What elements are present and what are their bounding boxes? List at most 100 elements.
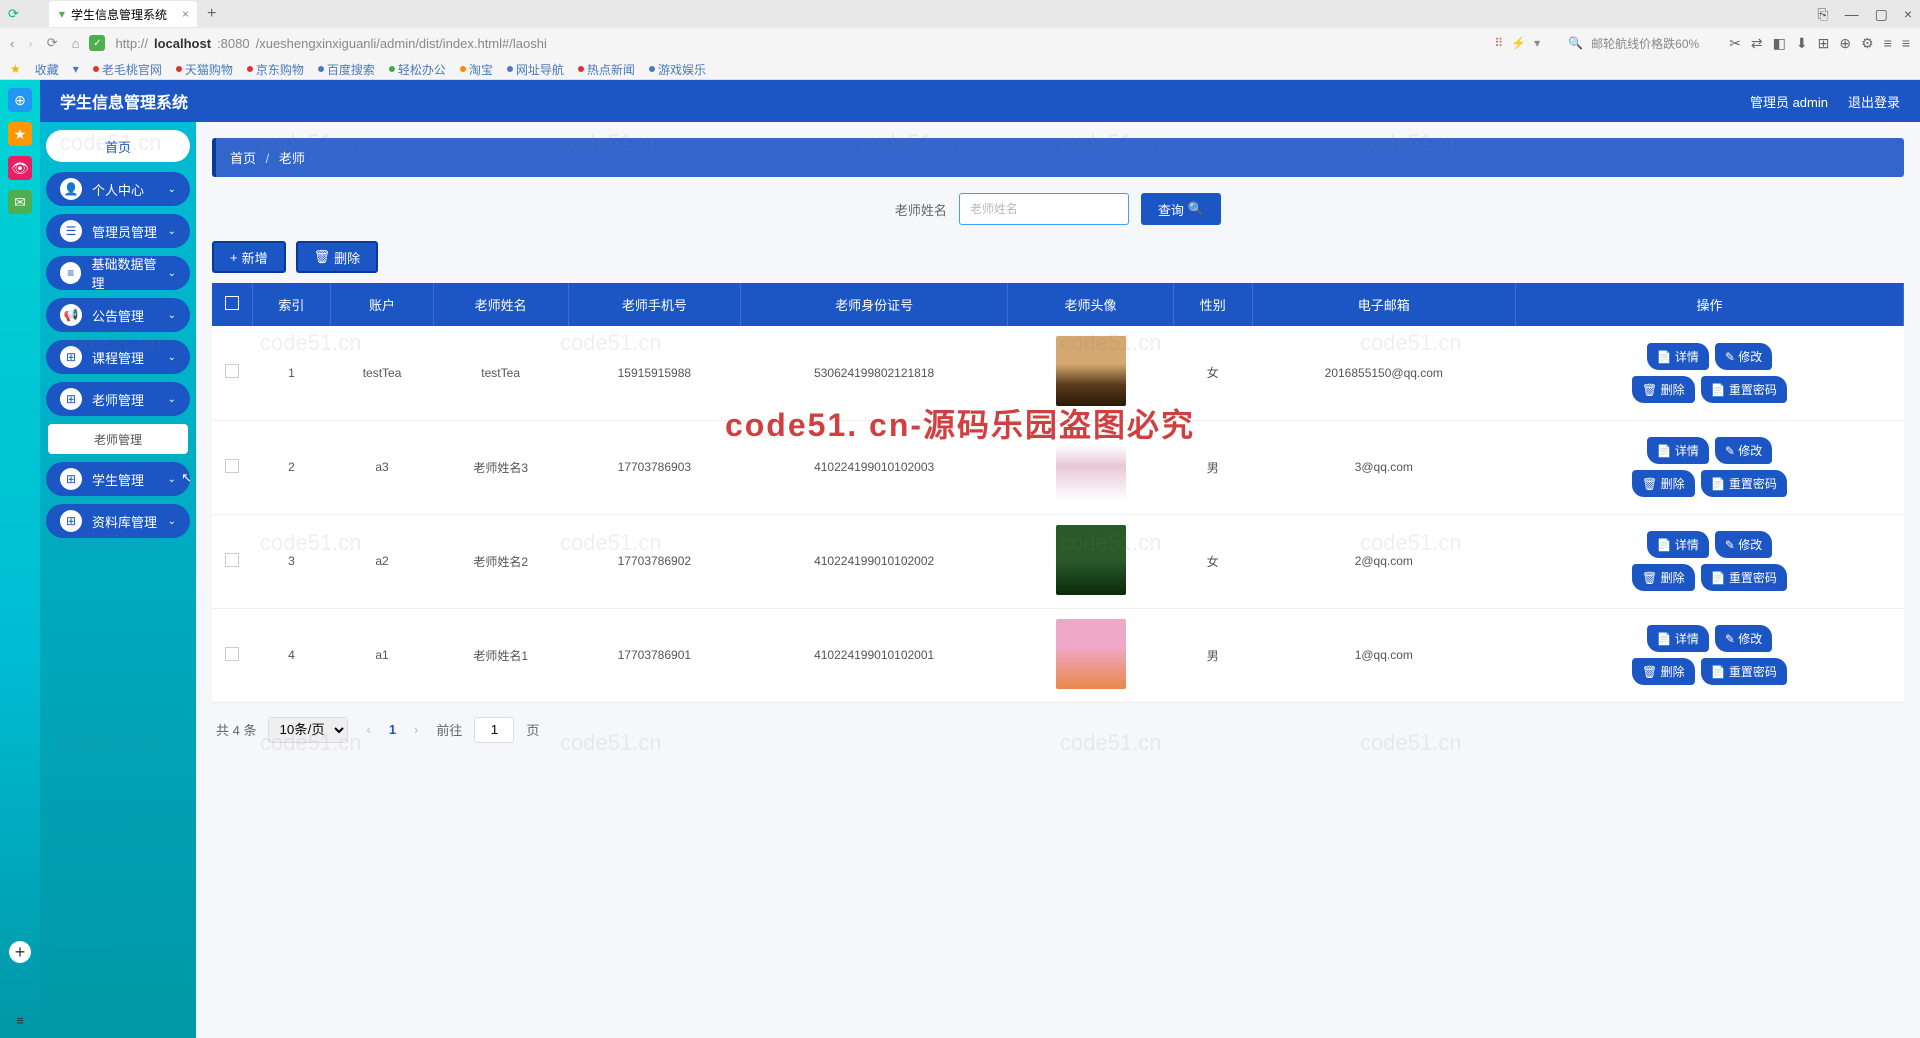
- action-row: + 新增 🗑 删除: [212, 241, 1904, 273]
- bookmark-item[interactable]: 老毛桃官网: [93, 61, 162, 78]
- window-close-icon[interactable]: ×: [1904, 6, 1912, 23]
- chevron-down-icon: ⌄: [168, 474, 176, 485]
- pagination: 共 4 条 10条/页 ‹ 1 › 前往 页: [212, 703, 1904, 757]
- logout-link[interactable]: 退出登录: [1848, 92, 1900, 111]
- pager-size-select[interactable]: 10条/页: [268, 717, 348, 743]
- bookmark-item[interactable]: 淘宝: [460, 61, 493, 78]
- row-delete-button[interactable]: 🗑 删除: [1632, 658, 1695, 685]
- url-input[interactable]: http://localhost:8080/xueshengxinxiguanl…: [115, 36, 635, 51]
- dock-app-icon[interactable]: ⊕: [8, 88, 32, 112]
- download-icon[interactable]: ⬇: [1796, 35, 1808, 52]
- search-label: 老师姓名: [895, 200, 947, 219]
- sidebar-subitem-teacher[interactable]: 老师管理: [48, 424, 188, 454]
- sidebar-item-notice[interactable]: 📢公告管理⌄: [46, 298, 190, 332]
- detail-button[interactable]: 📄 详情: [1647, 625, 1709, 652]
- sidebar-item-admin[interactable]: ☰管理员管理⌄: [46, 214, 190, 248]
- sidebar-item-course[interactable]: ⊞课程管理⌄: [46, 340, 190, 374]
- pager-prev[interactable]: ‹: [360, 722, 376, 737]
- bookmark-item[interactable]: 游戏娱乐: [649, 61, 706, 78]
- sidebar-item-student[interactable]: ⊞学生管理⌄↖: [46, 462, 190, 496]
- breadcrumb: 首页 / 老师: [212, 138, 1904, 177]
- nav-home-icon[interactable]: ⌂: [72, 36, 80, 51]
- detail-button[interactable]: 📄 详情: [1647, 343, 1709, 370]
- dock-menu-icon[interactable]: ≡: [16, 1013, 24, 1028]
- settings-icon[interactable]: ⚙: [1861, 35, 1874, 52]
- new-tab-button[interactable]: +: [207, 5, 216, 23]
- row-checkbox[interactable]: [225, 459, 239, 473]
- row-delete-button[interactable]: 🗑 删除: [1632, 470, 1695, 497]
- detail-button[interactable]: 📄 详情: [1647, 437, 1709, 464]
- favorites-star-icon[interactable]: ★: [10, 62, 21, 76]
- edit-button[interactable]: ✎ 修改: [1715, 437, 1772, 464]
- nav-forward-icon: ›: [28, 36, 32, 51]
- row-checkbox[interactable]: [225, 364, 239, 378]
- lines-icon[interactable]: ≡: [1884, 35, 1892, 52]
- bookmark-item[interactable]: 百度搜索: [318, 61, 375, 78]
- dock-eye-icon[interactable]: 👁: [8, 156, 32, 180]
- row-checkbox[interactable]: [225, 553, 239, 567]
- browser-tab[interactable]: ▾ 学生信息管理系统 ×: [49, 1, 197, 27]
- bookmark-item[interactable]: 京东购物: [247, 61, 304, 78]
- list-icon: ☰: [60, 220, 82, 242]
- flash-icon[interactable]: ⚡: [1511, 36, 1526, 50]
- grid-icon[interactable]: ⊞: [1818, 35, 1830, 52]
- sidebar-item-library[interactable]: ⊞资料库管理⌄: [46, 504, 190, 538]
- avatar: [1056, 431, 1126, 501]
- row-delete-button[interactable]: 🗑 删除: [1632, 564, 1695, 591]
- dock-mail-icon[interactable]: ✉: [8, 190, 32, 214]
- bookmark-item[interactable]: 网址导航: [507, 61, 564, 78]
- dock-star-icon[interactable]: ★: [8, 122, 32, 146]
- pager-next[interactable]: ›: [408, 722, 424, 737]
- search-input[interactable]: [959, 193, 1129, 225]
- main-content: 首页 / 老师 老师姓名 查询 🔍 + 新增 🗑 删除 索引 账户: [196, 122, 1920, 1038]
- app-title: 学生信息管理系统: [60, 89, 188, 113]
- grid-icon: ⊞: [60, 346, 82, 368]
- left-dock: ⊕ ★ 👁 ✉ + ≡: [0, 80, 40, 1038]
- sidebar-item-basedata[interactable]: ≡基础数据管理⌄: [46, 256, 190, 290]
- bookmark-item[interactable]: 轻松办公: [389, 61, 446, 78]
- breadcrumb-home[interactable]: 首页: [230, 151, 256, 166]
- nav-reload-icon[interactable]: ⟳: [47, 35, 58, 51]
- pager-goto-input[interactable]: [474, 717, 514, 743]
- row-checkbox[interactable]: [225, 647, 239, 661]
- window-max-icon[interactable]: ▢: [1875, 6, 1888, 23]
- menu-icon[interactable]: ≡: [1902, 35, 1910, 52]
- dock-add-button[interactable]: +: [9, 941, 31, 963]
- reset-pwd-button[interactable]: 📄 重置密码: [1701, 658, 1787, 685]
- detail-button[interactable]: 📄 详情: [1647, 531, 1709, 558]
- scissors-icon[interactable]: ✂: [1729, 35, 1741, 52]
- tab-close-icon[interactable]: ×: [182, 7, 189, 21]
- globe-icon[interactable]: ⊕: [1839, 35, 1851, 52]
- sidebar-item-teacher[interactable]: ⊞老师管理⌄: [46, 382, 190, 416]
- row-delete-button[interactable]: 🗑 删除: [1632, 376, 1695, 403]
- edit-button[interactable]: ✎ 修改: [1715, 343, 1772, 370]
- shield-icon[interactable]: ✓: [89, 35, 105, 51]
- pager-current[interactable]: 1: [389, 722, 396, 737]
- bookmark-bar: ★ 收藏 ▾ 老毛桃官网 天猫购物 京东购物 百度搜索 轻松办公 淘宝 网址导航…: [0, 58, 1920, 80]
- translate-icon[interactable]: ⠿: [1494, 36, 1503, 50]
- edit-button[interactable]: ✎ 修改: [1715, 625, 1772, 652]
- search-hint[interactable]: 邮轮航线价格跌60%: [1591, 35, 1699, 52]
- pager-total: 共 4 条: [216, 720, 256, 739]
- sidebar-item-personal[interactable]: 👤个人中心⌄: [46, 172, 190, 206]
- reset-pwd-button[interactable]: 📄 重置密码: [1701, 564, 1787, 591]
- user-label[interactable]: 管理员 admin: [1750, 92, 1828, 111]
- bookmark-item[interactable]: 天猫购物: [176, 61, 233, 78]
- query-button[interactable]: 查询 🔍: [1141, 193, 1221, 225]
- translate2-icon[interactable]: ⇄: [1751, 35, 1763, 52]
- nav-back-icon[interactable]: ‹: [10, 36, 14, 51]
- edit-button[interactable]: ✎ 修改: [1715, 531, 1772, 558]
- reset-pwd-button[interactable]: 📄 重置密码: [1701, 470, 1787, 497]
- browser-logo-icon: ⟳: [8, 6, 19, 22]
- palette-icon[interactable]: ◧: [1773, 35, 1786, 52]
- delete-button[interactable]: 🗑 删除: [296, 241, 379, 273]
- favorites-label[interactable]: 收藏: [35, 61, 59, 78]
- bookmark-item[interactable]: 热点新闻: [578, 61, 635, 78]
- reset-pwd-button[interactable]: 📄 重置密码: [1701, 376, 1787, 403]
- add-button[interactable]: + 新增: [212, 241, 286, 273]
- tab-bar: ⟳ ▾ 学生信息管理系统 × + ⎘ — ▢ ×: [0, 0, 1920, 28]
- checkbox-all[interactable]: [225, 296, 239, 310]
- window-pin-icon[interactable]: ⎘: [1817, 6, 1828, 23]
- window-min-icon[interactable]: —: [1845, 6, 1859, 23]
- sidebar-home[interactable]: 首页: [46, 130, 190, 162]
